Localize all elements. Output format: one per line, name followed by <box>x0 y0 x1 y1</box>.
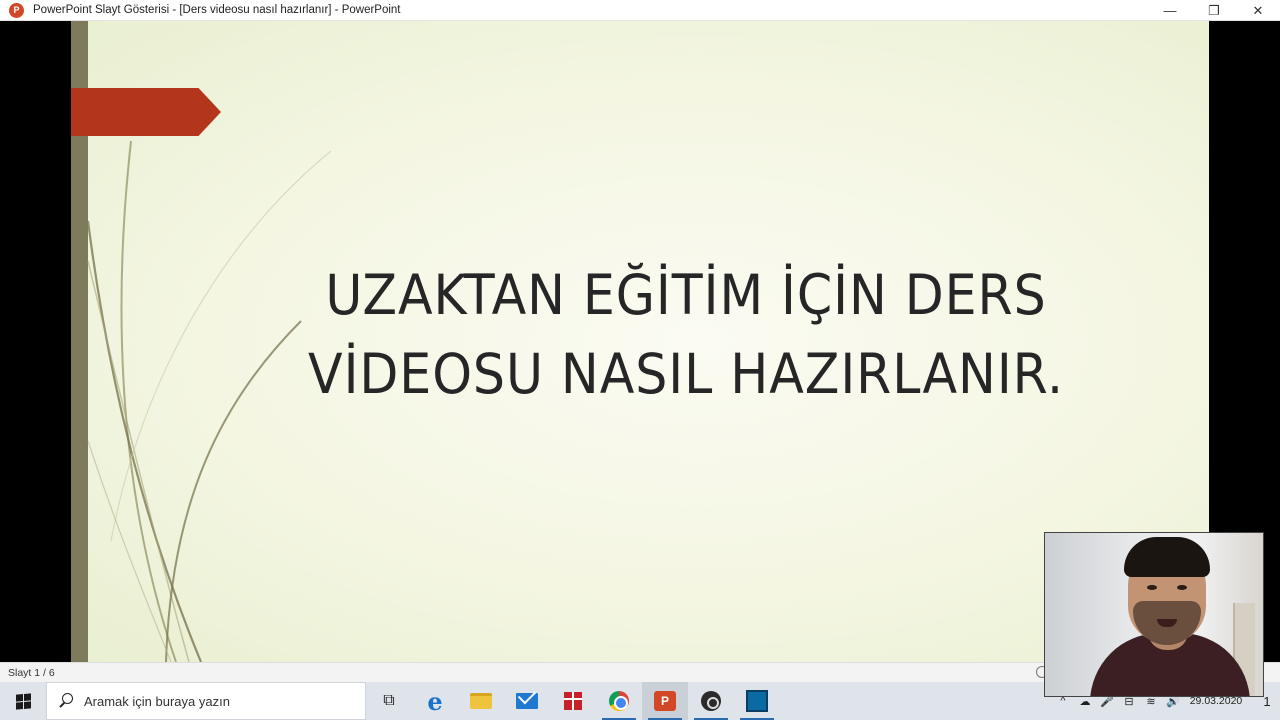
webcam-person-eye-left <box>1147 585 1157 590</box>
taskbar-mail[interactable] <box>504 682 550 720</box>
powerpoint-icon: P <box>654 691 676 711</box>
taskbar-app[interactable] <box>734 682 780 720</box>
webcam-person-eye-right <box>1177 585 1187 590</box>
slide-title-line-1: UZAKTAN EĞİTİM İÇİN DERS <box>325 263 1047 327</box>
search-placeholder: Aramak için buraya yazın <box>84 693 230 709</box>
slide[interactable]: UZAKTAN EĞİTİM İÇİN DERS VİDEOSU NASIL H… <box>71 21 1209 662</box>
screen: P PowerPoint Slayt Gösterisi - [Ders vid… <box>0 0 1280 720</box>
taskbar-task-view[interactable]: ⧉ <box>366 682 412 720</box>
taskbar-file-explorer[interactable] <box>458 682 504 720</box>
close-button[interactable]: ✕ <box>1236 0 1280 21</box>
start-button[interactable] <box>0 682 46 720</box>
restore-button[interactable]: ❐ <box>1192 0 1236 21</box>
search-icon <box>58 693 74 709</box>
folder-icon <box>470 693 492 709</box>
webcam-person-hair <box>1124 537 1210 577</box>
taskbar-gift[interactable] <box>550 682 596 720</box>
taskbar-powerpoint[interactable]: P <box>642 682 688 720</box>
window-title: PowerPoint Slayt Gösterisi - [Ders video… <box>33 4 401 16</box>
mail-icon <box>516 693 538 709</box>
taskbar-chrome[interactable] <box>596 682 642 720</box>
chrome-icon <box>609 691 629 711</box>
task-view-icon: ⧉ <box>383 692 395 709</box>
gift-icon <box>564 692 582 710</box>
window-controls: — ❐ ✕ <box>1148 0 1280 21</box>
window-titlebar: P PowerPoint Slayt Gösterisi - [Ders vid… <box>0 0 1280 21</box>
windows-logo-icon <box>15 692 31 710</box>
taskbar-obs[interactable] <box>688 682 734 720</box>
slide-arrow-decoration <box>71 88 221 136</box>
taskbar-edge[interactable]: e <box>412 682 458 720</box>
minimize-button[interactable]: — <box>1148 0 1192 21</box>
obs-icon <box>701 691 721 711</box>
slide-title-line-2: VİDEOSU NASIL HAZIRLANIR. <box>308 342 1064 406</box>
edge-icon: e <box>427 686 443 716</box>
app-icon <box>746 690 768 712</box>
powerpoint-app-icon: P <box>9 2 24 18</box>
taskbar-apps: ⧉ e P <box>366 682 780 720</box>
slide-counter: Slayt 1 / 6 <box>8 666 55 679</box>
slide-title: UZAKTAN EĞİTİM İÇİN DERS VİDEOSU NASIL H… <box>258 256 1114 414</box>
taskbar-search-box[interactable]: Aramak için buraya yazın <box>46 682 366 720</box>
webcam-overlay <box>1044 532 1264 697</box>
